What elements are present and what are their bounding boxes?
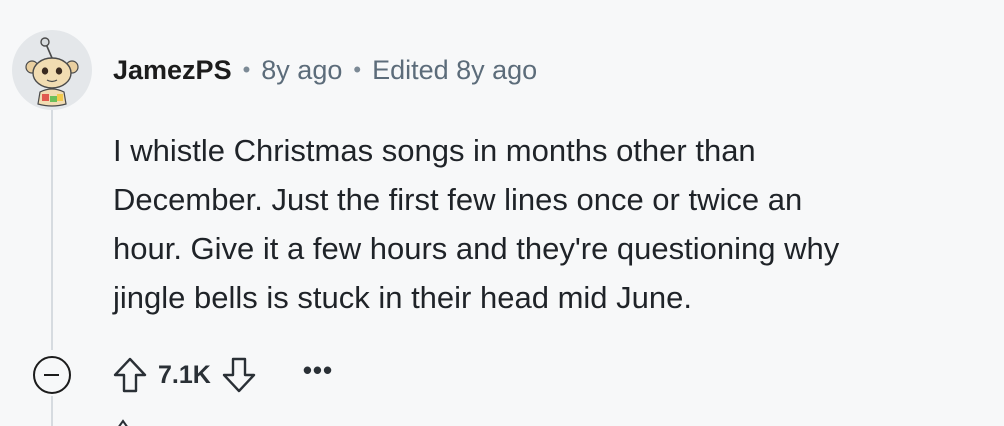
author-username[interactable]: JamezPS [113,55,232,86]
edited-timestamp: Edited 8y ago [372,54,538,85]
meta-separator: • [242,57,251,82]
comment-body-line: hour. Give it a few hours and they're qu… [113,231,840,266]
vote-score: 7.1K [158,360,211,389]
comment-meta: JamezPS • 8y ago • Edited 8y ago [113,52,537,88]
post-timestamp[interactable]: 8y ago [261,55,342,86]
comment-actions: 7.1K ••• [112,355,333,395]
collapse-minus-icon [44,373,59,376]
collapse-thread-button[interactable] [33,356,71,394]
thread-line-continuation[interactable] [51,396,53,426]
comment-body-line: December. Just the first few lines once … [113,182,803,217]
snoo-avatar-icon[interactable] [12,30,92,110]
comment: JamezPS • 8y ago • Edited 8y ago I whist… [0,0,1004,426]
reply-thread-marker-icon [118,419,128,426]
more-options-icon[interactable]: ••• [303,357,333,383]
meta-separator: • [353,57,362,82]
comment-body: I whistle Christmas songs in months othe… [113,126,993,322]
upvote-arrow-icon[interactable] [112,356,148,394]
comment-body-line: I whistle Christmas songs in months othe… [113,133,756,168]
thread-line[interactable] [51,110,53,350]
comment-body-line: jingle bells is stuck in their head mid … [113,280,692,315]
downvote-arrow-icon[interactable] [221,356,257,394]
